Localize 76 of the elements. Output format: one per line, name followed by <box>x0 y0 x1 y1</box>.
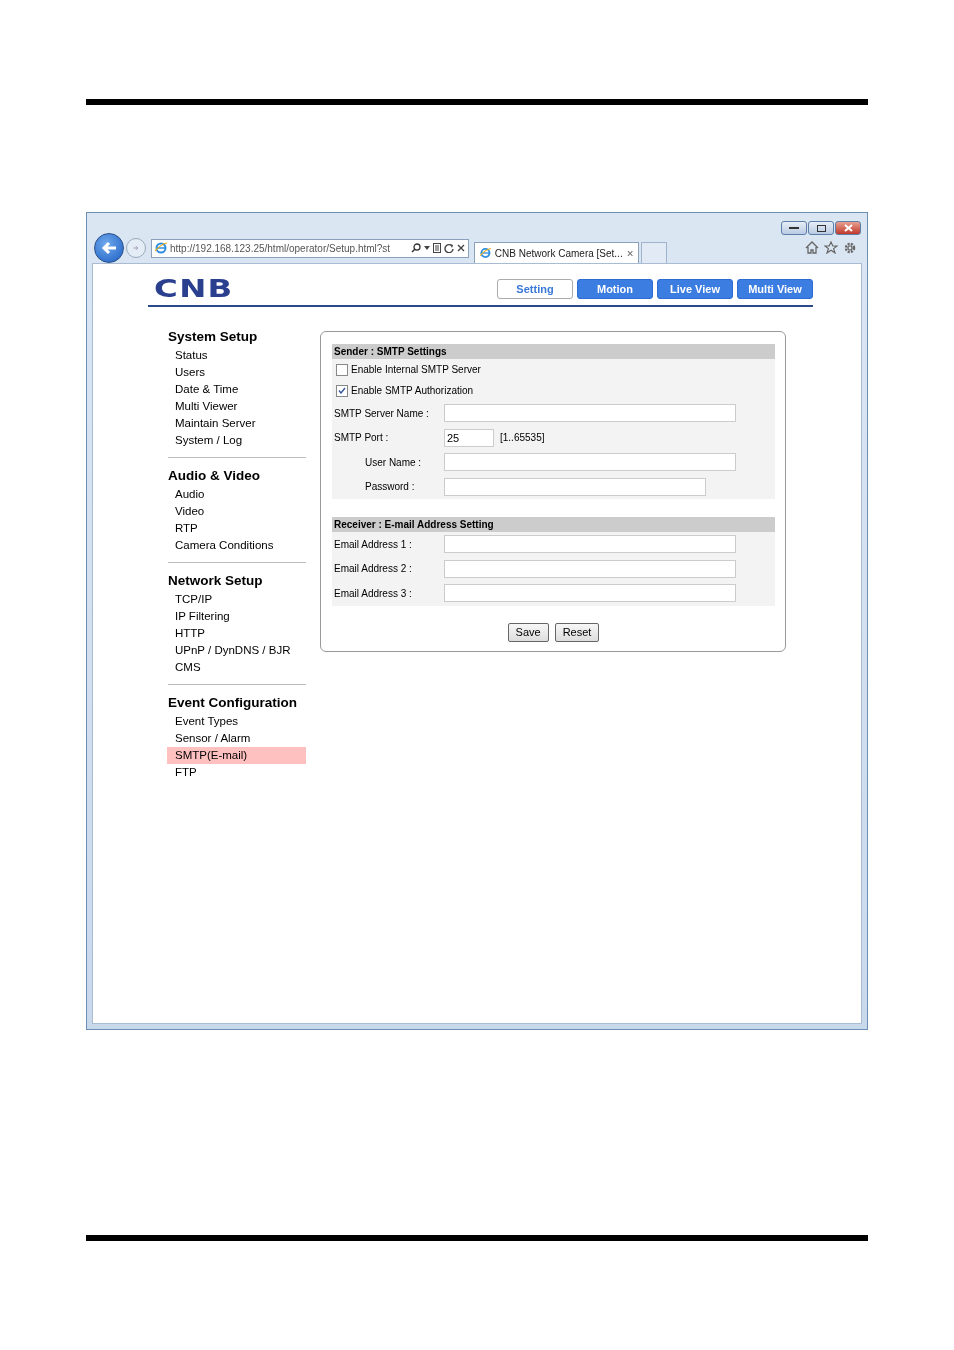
sidebar-item[interactable]: Date & Time <box>168 381 306 398</box>
arrow-left-icon <box>101 241 117 255</box>
maximize-button[interactable] <box>808 221 834 235</box>
document-icon <box>433 243 441 253</box>
field-label: Email Address 3 : <box>333 587 413 599</box>
field-label: SMTP Server Name : <box>333 407 430 419</box>
close-icon <box>626 249 633 257</box>
sidebar-item[interactable]: FTP <box>168 764 306 781</box>
minimize-icon <box>789 226 799 230</box>
nav-button[interactable]: Live View <box>657 279 733 299</box>
field-label: User Name : <box>364 456 423 468</box>
globe-icon <box>480 247 491 259</box>
refresh-icon <box>444 243 454 253</box>
input-field[interactable] <box>444 559 736 578</box>
sidebar-item[interactable]: TCP/IP <box>168 591 306 608</box>
close-icon <box>457 244 465 252</box>
search-icon <box>411 243 421 253</box>
range-hint: [1..65535] <box>500 432 545 444</box>
caret-icon <box>424 246 430 250</box>
sidebar-item[interactable]: System / Log <box>168 432 306 449</box>
close-icon <box>843 224 853 232</box>
input-field[interactable] <box>444 535 736 554</box>
globe-icon <box>155 242 167 254</box>
sidebar-item[interactable]: Audio <box>168 486 306 503</box>
check-icon <box>338 387 346 394</box>
field-label: SMTP Port : <box>333 432 390 444</box>
maximize-icon <box>816 224 826 232</box>
sidebar-heading: Network Setup <box>168 573 264 588</box>
sidebar-item[interactable]: RTP <box>168 520 306 537</box>
sidebar-item[interactable]: Sensor / Alarm <box>168 730 306 747</box>
sidebar-item[interactable]: Status <box>168 347 306 364</box>
sidebar-item[interactable]: HTTP <box>168 625 306 642</box>
input-field[interactable] <box>444 453 736 472</box>
input-field[interactable] <box>444 477 706 496</box>
field-label: Password : <box>364 481 416 493</box>
forward-button[interactable] <box>126 238 146 258</box>
sidebar-item[interactable]: Video <box>168 503 306 520</box>
sidebar-item[interactable]: Multi Viewer <box>168 398 306 415</box>
sidebar-heading: Audio & Video <box>168 468 261 483</box>
sidebar-item[interactable]: Camera Conditions <box>168 537 306 554</box>
sidebar-item[interactable]: Maintain Server <box>168 415 306 432</box>
input-field[interactable] <box>444 404 736 423</box>
close-button[interactable] <box>835 221 861 235</box>
field-label: Email Address 2 : <box>333 563 413 575</box>
sidebar-item[interactable]: Event Types <box>168 713 306 730</box>
browser-tab[interactable]: CNB Network Camera [Set... <box>474 242 639 263</box>
form-button[interactable]: Reset <box>554 622 600 642</box>
sidebar-item[interactable]: SMTP(E-mail) <box>167 747 306 764</box>
sidebar-heading: Event Configuration <box>168 695 298 710</box>
nav-button[interactable]: Setting <box>497 279 573 299</box>
address-bar[interactable]: http://192.168.123.25/html/operator/Setup.html?st <box>151 238 469 258</box>
checkbox[interactable] <box>336 363 348 376</box>
home-icon[interactable] <box>805 241 819 254</box>
logo: CNB <box>154 279 234 299</box>
checkbox-label: Enable Internal SMTP Server <box>351 364 481 375</box>
minimize-button[interactable] <box>781 221 807 235</box>
star-icon[interactable] <box>824 241 838 254</box>
arrow-right-icon <box>133 243 139 253</box>
nav-button[interactable]: Motion <box>577 279 653 299</box>
input-field[interactable]: 25 <box>444 428 494 447</box>
sidebar-heading: System Setup <box>168 329 259 344</box>
input-field[interactable] <box>444 584 736 603</box>
sidebar-item[interactable]: CMS <box>168 659 306 676</box>
sidebar-item[interactable]: UPnP / DynDNS / BJR <box>168 642 306 659</box>
form-button[interactable]: Save <box>507 622 549 642</box>
checkbox-label: Enable SMTP Authorization <box>351 385 474 396</box>
new-tab-button[interactable] <box>641 242 667 263</box>
nav-button[interactable]: Multi View <box>737 279 813 299</box>
sidebar-item[interactable]: IP Filtering <box>168 608 306 625</box>
sidebar-item[interactable]: Users <box>168 364 306 381</box>
back-button[interactable] <box>94 233 124 263</box>
field-label: Email Address 1 : <box>333 538 413 550</box>
section-header: Receiver : E-mail Address Setting <box>332 517 775 532</box>
settings-icon[interactable] <box>843 241 857 255</box>
section-header: Sender : SMTP Settings <box>332 344 775 359</box>
checkbox[interactable] <box>336 384 348 397</box>
